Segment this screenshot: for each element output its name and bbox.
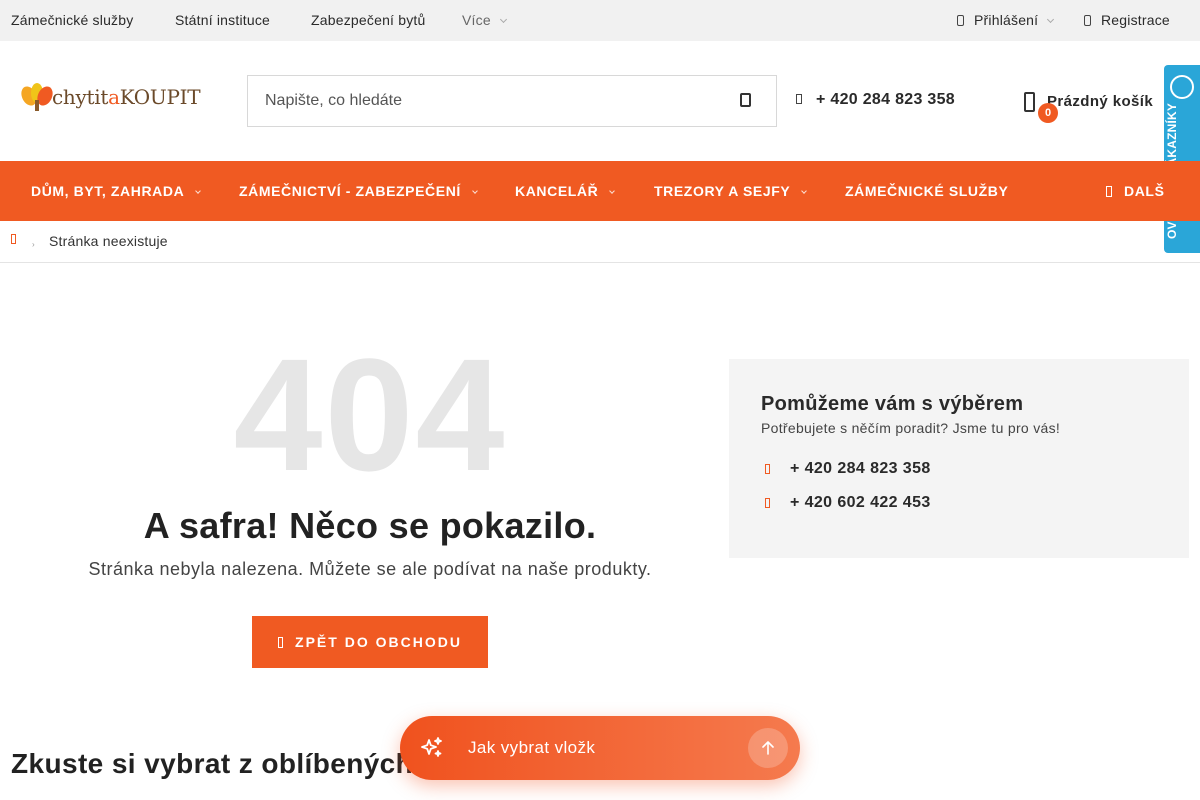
error-code: 404 <box>233 325 507 504</box>
back-to-shop-label: ZPĚT DO OBCHODU <box>295 634 462 650</box>
user-icon <box>957 15 964 26</box>
top-link-locksmith-services[interactable]: Zámečnické služby <box>11 12 133 28</box>
help-subtitle: Potřebujete s něčím poradit? Jsme tu pro… <box>761 420 1061 436</box>
favorites-heading: Zkuste si vybrat z oblíbených <box>11 748 414 779</box>
logo-word-a: a <box>108 85 120 109</box>
main-nav: DŮM, BYT, ZAHRADA ZÁMEČNICTVÍ - ZABEZPEČ… <box>0 161 1200 221</box>
arrow-up-icon <box>762 741 774 755</box>
login-label: Přihlášení <box>974 12 1039 28</box>
phone-icon <box>765 464 770 474</box>
nav-item-label: ZÁMEČNICKÉ SLUŽBY <box>845 183 1009 199</box>
cart-button[interactable]: Prázdný košík 0 <box>1022 88 1172 128</box>
help-phone-1[interactable]: + 420 284 823 358 <box>765 460 931 478</box>
cart-icon <box>1024 92 1035 112</box>
nav-item-label: DŮM, BYT, ZAHRADA <box>31 183 185 199</box>
chevron-down-icon <box>801 188 808 194</box>
sparkles-icon <box>421 737 442 757</box>
arrow-left-icon <box>278 637 284 648</box>
breadcrumb-current: Stránka neexistuje <box>49 233 168 249</box>
help-phone-2[interactable]: + 420 602 422 453 <box>765 494 931 512</box>
nav-item-office[interactable]: KANCELÁŘ <box>515 183 616 199</box>
site-logo[interactable]: chytitaKOUPIT <box>20 82 210 112</box>
chevron-down-icon <box>1047 15 1055 24</box>
header-phone-number: + 420 284 823 358 <box>816 91 956 108</box>
ai-send-button[interactable] <box>748 728 788 768</box>
search-button[interactable] <box>718 76 776 126</box>
logo-word-chytit: chytit <box>52 85 109 109</box>
top-link-state-institutions[interactable]: Státní instituce <box>175 12 270 28</box>
chevron-down-icon <box>499 15 507 24</box>
error-title: A safra! Něco se pokazilo. <box>143 505 597 546</box>
top-more-menu[interactable]: Více <box>462 12 507 28</box>
verified-seal-icon <box>1170 75 1194 99</box>
search-input[interactable] <box>248 76 708 126</box>
logo-text: chytitaKOUPIT <box>52 85 201 109</box>
help-phone-number: + 420 284 823 358 <box>790 460 931 477</box>
nav-item-more[interactable]: DALŠ <box>1106 183 1165 199</box>
breadcrumb: › Stránka neexistuje <box>0 221 1200 263</box>
top-more-label: Více <box>462 12 491 28</box>
logo-mark-icon <box>21 83 53 111</box>
menu-icon <box>1106 186 1112 197</box>
nav-item-home-garden[interactable]: DŮM, BYT, ZAHRADA <box>31 183 202 199</box>
search-box <box>247 75 777 127</box>
nav-item-locksmith-services[interactable]: ZÁMEČNICKÉ SLUŽBY <box>845 183 1008 199</box>
phone-icon <box>796 94 802 104</box>
help-phone-number: + 420 602 422 453 <box>790 494 931 511</box>
top-bar: Zámečnické služby Státní instituce Zabez… <box>0 0 1200 41</box>
error-subtitle: Stránka nebyla nalezena. Můžete se ale p… <box>88 559 652 579</box>
help-title: Pomůžeme vám s výběrem <box>761 393 1024 415</box>
ai-assistant-bar[interactable]: Jak vybrat vložk <box>400 716 800 780</box>
chevron-down-icon <box>195 188 202 194</box>
search-icon <box>740 93 751 107</box>
logo-word-koupit: KOUPIT <box>119 85 201 109</box>
register-label: Registrace <box>1101 12 1170 28</box>
nav-item-locksmith-security[interactable]: ZÁMEČNICTVÍ - ZABEZPEČENÍ <box>239 183 478 199</box>
back-to-shop-button[interactable]: ZPĚT DO OBCHODU <box>252 616 488 668</box>
nav-item-label: KANCELÁŘ <box>515 183 599 199</box>
breadcrumb-separator-icon: › <box>32 240 35 249</box>
help-box: Pomůžeme vám s výběrem Potřebujete s něč… <box>729 359 1189 558</box>
nav-item-safes[interactable]: TREZORY A SEJFY <box>654 183 808 199</box>
register-link[interactable]: Registrace <box>1084 12 1170 28</box>
nav-item-label: TREZORY A SEJFY <box>654 183 791 199</box>
cart-count-badge: 0 <box>1038 103 1058 123</box>
cart-label: Prázdný košík <box>1047 93 1154 110</box>
nav-more-label: DALŠ <box>1124 183 1165 199</box>
login-link[interactable]: Přihlášení <box>957 12 1055 28</box>
phone-icon <box>765 498 770 508</box>
header-phone[interactable]: + 420 284 823 358 <box>796 91 955 109</box>
home-icon[interactable] <box>11 234 16 244</box>
top-link-flat-security[interactable]: Zabezpečení bytů <box>311 12 426 28</box>
register-icon <box>1084 15 1091 26</box>
nav-item-label: ZÁMEČNICTVÍ - ZABEZPEČENÍ <box>239 183 461 199</box>
chevron-down-icon <box>472 188 478 194</box>
chevron-down-icon <box>609 188 616 194</box>
ai-assistant-input[interactable]: Jak vybrat vložk <box>468 738 595 758</box>
